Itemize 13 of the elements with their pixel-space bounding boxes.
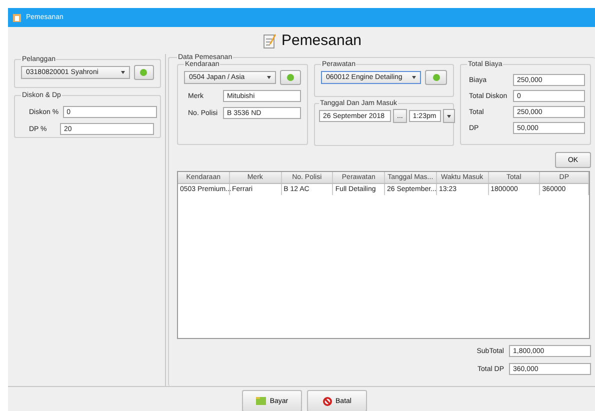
page-title: Pemesanan xyxy=(281,32,362,49)
caret-icon xyxy=(412,76,416,79)
caret-icon xyxy=(446,114,451,118)
folder-icon xyxy=(256,397,266,405)
add-button[interactable] xyxy=(280,70,301,85)
add-button[interactable] xyxy=(425,70,447,85)
caret-icon xyxy=(267,76,272,79)
add-button[interactable] xyxy=(134,65,154,80)
document-icon xyxy=(263,32,278,48)
time-dropdown-button[interactable] xyxy=(442,109,455,123)
caret-icon xyxy=(120,71,125,74)
prohibited-icon xyxy=(322,396,332,406)
app-icon xyxy=(12,12,22,22)
